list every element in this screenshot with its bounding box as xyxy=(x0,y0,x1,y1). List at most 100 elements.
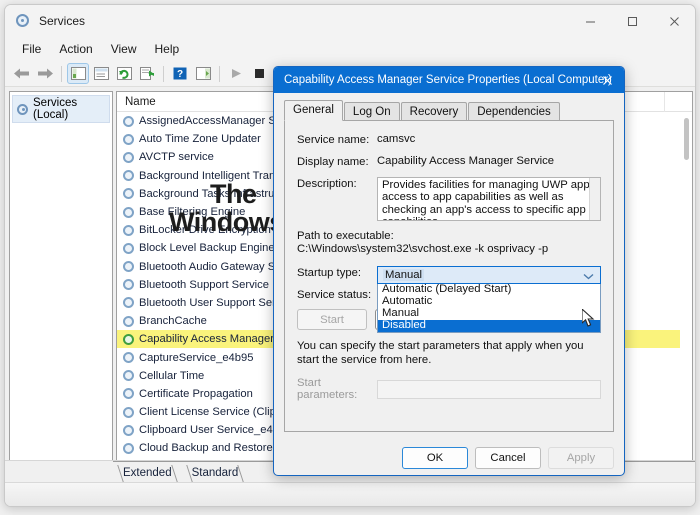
service-gear-icon xyxy=(122,406,135,419)
back-arrow-icon[interactable] xyxy=(11,63,33,84)
service-gear-icon xyxy=(122,242,135,255)
startup-type-label: Startup type: xyxy=(297,267,362,279)
display-name-row: Display name: Capability Access Manager … xyxy=(297,155,601,168)
service-status-label: Service status: xyxy=(297,289,372,301)
window-controls xyxy=(569,5,695,37)
service-gear-icon xyxy=(122,151,135,164)
dialog-titlebar: Capability Access Manager Service Proper… xyxy=(274,67,624,93)
service-name-value: camsvc xyxy=(377,133,416,145)
start-parameters-row: Start parameters: xyxy=(297,377,601,401)
list-scrollbar-thumb[interactable] xyxy=(684,118,689,160)
tree-node-label: Services (Local) xyxy=(33,97,78,121)
cancel-button[interactable]: Cancel xyxy=(475,447,541,469)
window-title: Services xyxy=(39,14,86,28)
description-scrollbar[interactable] xyxy=(589,178,600,220)
dropdown-option[interactable]: Disabled xyxy=(378,319,600,332)
tab-general[interactable]: General xyxy=(284,100,343,121)
display-name-value[interactable]: Capability Access Manager Service xyxy=(377,155,554,168)
tab-dependencies[interactable]: Dependencies xyxy=(468,102,560,121)
service-gear-icon xyxy=(122,333,135,346)
startup-type-row: Startup type: Manual Automatic (Delayed … xyxy=(297,266,601,333)
description-row: Description: Provides facilities for man… xyxy=(297,177,601,221)
tab-standard[interactable]: Standard xyxy=(181,465,249,482)
stop-service-icon[interactable] xyxy=(248,63,270,84)
service-name-row: Service name: camsvc xyxy=(297,133,601,146)
apply-button[interactable]: Apply xyxy=(548,447,614,469)
startup-type-combobox[interactable]: Manual xyxy=(377,266,601,284)
service-gear-icon xyxy=(122,224,135,237)
service-name-text: CaptureService_e4b95 xyxy=(139,351,254,364)
ok-button[interactable]: OK xyxy=(402,447,468,469)
startup-type-selected-value: Manual xyxy=(383,269,425,281)
service-name-text: Cellular Time xyxy=(139,369,205,382)
menu-view[interactable]: View xyxy=(102,40,146,58)
service-gear-icon xyxy=(122,169,135,182)
chevron-down-icon[interactable] xyxy=(583,271,594,283)
window-titlebar: Services xyxy=(5,5,695,37)
start-service-icon[interactable] xyxy=(225,63,247,84)
service-gear-icon xyxy=(122,296,135,309)
dialog-title-text: Capability Access Manager Service Proper… xyxy=(284,74,612,86)
services-gear-icon xyxy=(15,13,31,29)
service-name-text: Certificate Propagation xyxy=(139,387,253,400)
display-name-label: Display name: xyxy=(297,156,369,168)
menu-help[interactable]: Help xyxy=(146,40,189,58)
properties-icon[interactable] xyxy=(90,63,112,84)
refresh-icon[interactable] xyxy=(113,63,135,84)
start-parameters-input[interactable] xyxy=(377,379,601,399)
show-hide-action-pane-icon[interactable] xyxy=(192,63,214,84)
show-hide-console-tree-icon[interactable] xyxy=(67,63,89,84)
toolbar-separator xyxy=(61,65,62,82)
tab-extended[interactable]: Extended xyxy=(113,465,182,482)
service-properties-dialog: Capability Access Manager Service Proper… xyxy=(273,66,625,476)
services-gear-icon xyxy=(16,103,29,116)
tab-log-on[interactable]: Log On xyxy=(343,102,400,121)
service-gear-icon xyxy=(122,387,135,400)
service-name-text: AVCTP service xyxy=(139,151,214,164)
menu-action[interactable]: Action xyxy=(50,40,101,58)
tab-recovery[interactable]: Recovery xyxy=(400,102,468,121)
forward-arrow-icon[interactable] xyxy=(34,63,56,84)
help-icon[interactable]: ? xyxy=(169,63,191,84)
dialog-tabs: General Log On Recovery Dependencies xyxy=(284,99,614,121)
dialog-body: General Log On Recovery Dependencies Ser… xyxy=(274,93,624,475)
service-name-text: Clipboard User Service_e4b95 xyxy=(139,424,292,437)
service-name-text: BranchCache xyxy=(139,315,207,328)
menubar: File Action View Help xyxy=(5,37,695,61)
description-textarea[interactable]: Provides facilities for managing UWP app… xyxy=(377,177,601,221)
service-gear-icon xyxy=(122,369,135,382)
console-tree-pane: Services (Local) xyxy=(9,91,113,483)
description-label: Description: xyxy=(297,178,357,190)
dialog-close-icon[interactable] xyxy=(590,67,624,93)
maximize-button[interactable] xyxy=(611,5,653,37)
list-scrollbar[interactable] xyxy=(680,112,692,466)
close-button[interactable] xyxy=(653,5,695,37)
service-gear-icon xyxy=(122,187,135,200)
services-window: Services File Action View Help ? Service… xyxy=(4,4,696,507)
description-text: Provides facilities for managing UWP app… xyxy=(382,179,596,220)
minimize-button[interactable] xyxy=(569,5,611,37)
start-parameters-label: Start parameters: xyxy=(297,377,358,401)
start-parameters-hint: You can specify the start parameters tha… xyxy=(297,340,584,366)
service-gear-icon xyxy=(122,442,135,455)
startup-type-combobox-wrap: Manual Automatic (Delayed Start) Automati… xyxy=(377,266,601,333)
service-gear-icon xyxy=(122,206,135,219)
service-gear-icon xyxy=(122,115,135,128)
dropdown-option[interactable]: Manual xyxy=(378,307,600,320)
start-button[interactable]: Start xyxy=(297,309,367,330)
path-to-executable-value: C:\Windows\system32\svchost.exe -k ospri… xyxy=(297,243,549,255)
service-name-text: Bluetooth Support Service xyxy=(139,278,269,291)
svg-text:?: ? xyxy=(177,69,183,80)
toolbar-separator-3 xyxy=(219,65,220,82)
startup-type-dropdown-list: Automatic (Delayed Start) Automatic Manual… xyxy=(377,283,601,333)
tree-node-services-local[interactable]: Services (Local) xyxy=(12,95,110,123)
dialog-footer-buttons: OK Cancel Apply xyxy=(402,447,614,469)
menu-file[interactable]: File xyxy=(13,40,50,58)
service-gear-icon xyxy=(122,351,135,364)
statusbar xyxy=(5,482,695,506)
service-gear-icon xyxy=(122,315,135,328)
dropdown-option[interactable]: Automatic xyxy=(378,295,600,308)
service-name-text: Base Filtering Engine xyxy=(139,206,246,219)
export-list-icon[interactable] xyxy=(136,63,158,84)
service-gear-icon xyxy=(122,260,135,273)
